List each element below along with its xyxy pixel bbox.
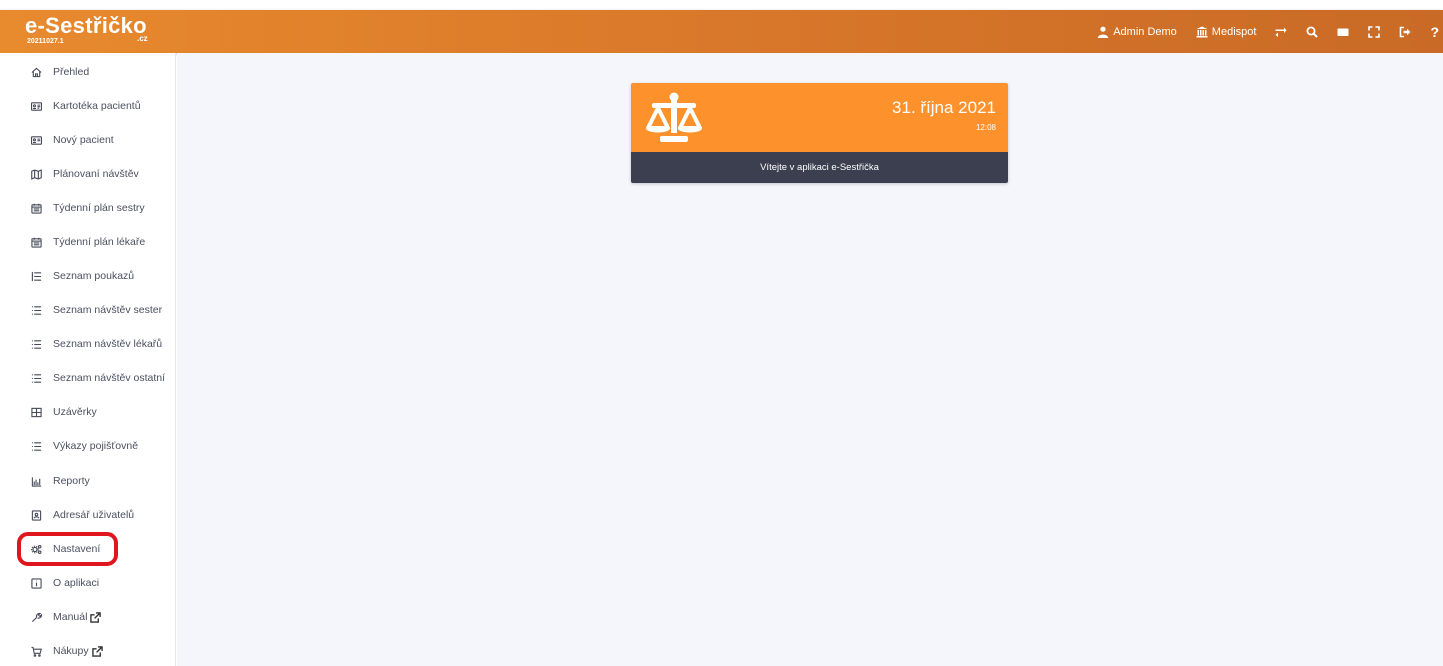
- fullscreen-icon: [1368, 25, 1381, 38]
- card-header: 31. října 2021 12:08: [631, 83, 1008, 152]
- id-card-icon: [31, 101, 42, 111]
- sidebar-item-label: Seznam poukazů: [53, 270, 135, 282]
- sidebar-item-tydenni-plan-sestry[interactable]: Týdenní plán sestry: [31, 198, 145, 218]
- logout-icon: [1400, 26, 1411, 37]
- search-button[interactable]: [1306, 26, 1319, 38]
- organization-name: Medispot: [1211, 25, 1257, 38]
- sidebar-item-seznam-poukazu[interactable]: Seznam poukazů: [31, 266, 134, 286]
- sidebar-item-novy-pacient[interactable]: Nový pacient: [31, 130, 114, 150]
- welcome-message: Vítejte v aplikaci e-Sestřička: [631, 152, 1008, 183]
- home-icon: [31, 67, 42, 77]
- list-icon: [31, 339, 42, 349]
- contact-book-icon: [31, 509, 42, 521]
- institution-icon: [1196, 26, 1208, 37]
- sidebar-item-label: Adresář uživatelů: [53, 509, 135, 521]
- current-time: 12:08: [975, 123, 996, 132]
- external-link-icon: [90, 611, 102, 623]
- sidebar-item-planovani-navstev[interactable]: Plánovaní návštěv: [31, 164, 139, 184]
- balance-scale-icon: [646, 92, 702, 142]
- sidebar-item-label: Uzávěrky: [53, 406, 97, 418]
- highlight-annotation: [17, 532, 118, 566]
- table-icon: [31, 407, 42, 417]
- list-icon: [31, 441, 42, 451]
- sidebar-item-kartoteka-pacientu[interactable]: Kartotéka pacientů: [31, 96, 141, 116]
- top-bar: e-Sestřičko .cz 20211027.1 Admin Demo Me…: [0, 10, 1443, 53]
- wrench-icon: [31, 612, 42, 622]
- sidebar-item-label: Nákupy: [53, 645, 89, 657]
- current-date: 31. října 2021: [892, 98, 996, 117]
- sidebar-item-vykazy-pojistovne[interactable]: Výkazy pojišťovně: [31, 436, 138, 456]
- sidebar-item-label: Seznam návštěv sester: [53, 304, 163, 316]
- sidebar-item-label: O aplikaci: [53, 577, 100, 589]
- sidebar-item-seznam-navstev-sester[interactable]: Seznam návštěv sester: [31, 300, 162, 320]
- sidebar-item-o-aplikaci[interactable]: O aplikaci: [31, 573, 99, 593]
- external-link-icon: [91, 645, 103, 657]
- info-icon: [31, 577, 42, 589]
- list-icon: [31, 305, 42, 315]
- sidebar-item-label: Výkazy pojišťovně: [53, 440, 139, 452]
- sidebar-item-label: Týdenní plán lékaře: [53, 236, 146, 248]
- sidebar-item-prehled[interactable]: Přehled: [31, 62, 89, 82]
- sidebar-item-uzaverky[interactable]: Uzávěrky: [31, 402, 97, 422]
- sidebar-item-label: Seznam návštěv lékařů: [53, 338, 163, 350]
- fullscreen-button[interactable]: [1368, 25, 1381, 38]
- map-icon: [31, 168, 42, 180]
- calendar-icon: [31, 203, 42, 214]
- report-icon: [31, 476, 42, 487]
- organization-menu[interactable]: Medispot: [1196, 25, 1257, 38]
- calendar-icon: [31, 237, 42, 248]
- top-actions: Admin Demo Medispot ?: [1097, 10, 1443, 53]
- logo-domain: .cz: [137, 34, 148, 43]
- sidebar-item-seznam-navstev-ostatni[interactable]: Seznam návštěv ostatní: [31, 368, 165, 388]
- sidebar-item-label: Kartotéka pacientů: [53, 100, 141, 112]
- user-icon: [1098, 26, 1109, 38]
- envelope-icon: [1337, 28, 1349, 36]
- user-menu[interactable]: Admin Demo: [1097, 26, 1177, 38]
- sidebar-item-label: Reporty: [53, 475, 90, 487]
- sidebar-item-label: Nový pacient: [53, 134, 114, 146]
- messages-button[interactable]: [1337, 26, 1349, 38]
- sidebar-item-tydenni-plan-lekare[interactable]: Týdenní plán lékaře: [31, 232, 145, 252]
- sidebar-item-label: Týdenní plán sestry: [53, 202, 145, 214]
- sidebar-item-reporty[interactable]: Reporty: [31, 471, 90, 491]
- logout-button[interactable]: [1399, 26, 1411, 38]
- logo-text: e-Sestřičko: [25, 13, 147, 38]
- swap-arrows-icon: [1275, 27, 1287, 37]
- sidebar-item-label: Manuál: [53, 611, 88, 623]
- id-card-icon: [31, 135, 42, 145]
- cart-icon: [31, 646, 42, 657]
- welcome-card: 31. října 2021 12:08 Vítejte v aplikaci …: [631, 83, 1008, 183]
- sidebar-item-nakupy[interactable]: Nákupy: [31, 641, 103, 661]
- help-button[interactable]: ?: [1430, 24, 1439, 40]
- sidebar-item-adresar-uzivatelu[interactable]: Adresář uživatelů: [31, 505, 134, 525]
- sidebar-item-manual[interactable]: Manuál: [31, 607, 102, 627]
- sidebar-item-label: Plánovaní návštěv: [53, 168, 139, 180]
- switch-button[interactable]: [1275, 26, 1287, 38]
- sidebar-item-label: Seznam návštěv ostatní: [53, 372, 166, 384]
- sidebar-item-label: Přehled: [53, 66, 90, 78]
- sidebar-item-seznam-navstev-lekaru[interactable]: Seznam návštěv lékařů: [31, 334, 162, 354]
- list-icon: [31, 271, 42, 281]
- app-logo[interactable]: e-Sestřičko .cz 20211027.1: [25, 13, 148, 46]
- list-icon: [31, 373, 42, 383]
- user-name: Admin Demo: [1113, 25, 1177, 38]
- search-icon: [1306, 26, 1319, 38]
- app-version: 20211027.1: [27, 38, 64, 45]
